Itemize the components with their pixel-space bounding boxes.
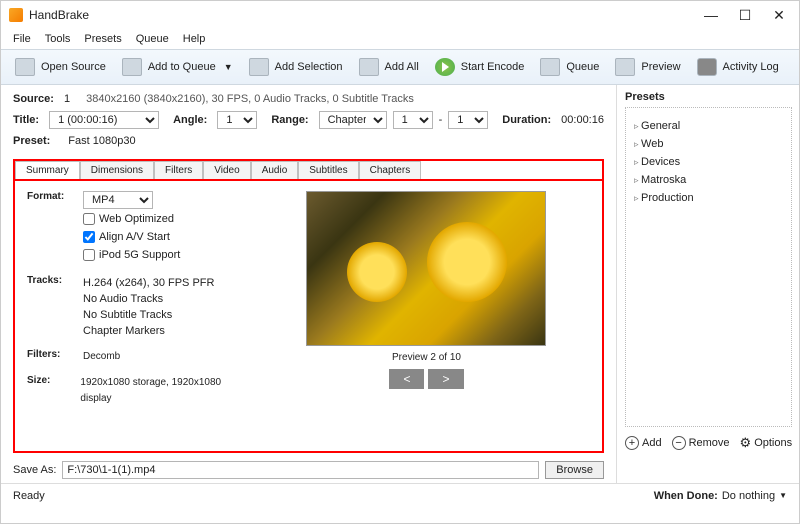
preview-next-button[interactable]: > bbox=[428, 369, 463, 389]
tab-audio[interactable]: Audio bbox=[251, 161, 299, 179]
preview-button[interactable]: Preview bbox=[609, 56, 686, 78]
preset-devices[interactable]: Devices bbox=[634, 156, 783, 168]
tracks-video: H.264 (x264), 30 FPS PFR bbox=[83, 275, 214, 291]
tab-video[interactable]: Video bbox=[203, 161, 250, 179]
preset-value: Fast 1080p30 bbox=[68, 135, 135, 147]
range-type-select[interactable]: Chapters bbox=[319, 111, 387, 129]
duration-label: Duration: bbox=[502, 114, 551, 126]
app-logo bbox=[9, 8, 23, 22]
size-value: 1920x1080 storage, 1920x1080 display bbox=[80, 375, 247, 407]
maximize-button[interactable]: ☐ bbox=[737, 7, 753, 24]
format-label: Format: bbox=[27, 191, 83, 265]
tab-filters[interactable]: Filters bbox=[154, 161, 203, 179]
presets-header: Presets bbox=[625, 91, 792, 103]
add-selection-button[interactable]: Add Selection bbox=[243, 56, 349, 78]
start-encode-button[interactable]: Start Encode bbox=[429, 56, 531, 78]
gear-icon: ⚙ bbox=[740, 435, 752, 451]
selection-icon bbox=[249, 58, 269, 76]
source-info: 3840x2160 (3840x2160), 30 FPS, 0 Audio T… bbox=[86, 93, 414, 105]
close-button[interactable]: ✕ bbox=[771, 7, 787, 24]
addall-icon bbox=[359, 58, 379, 76]
tracks-audio: No Audio Tracks bbox=[83, 291, 214, 307]
queue-button[interactable]: Queue bbox=[534, 56, 605, 78]
queue-add-icon bbox=[122, 58, 142, 76]
menu-presets[interactable]: Presets bbox=[84, 33, 121, 45]
angle-label: Angle: bbox=[173, 114, 207, 126]
menu-help[interactable]: Help bbox=[183, 33, 206, 45]
preview-counter: Preview 2 of 10 bbox=[392, 352, 461, 363]
when-done-label: When Done: bbox=[654, 490, 718, 502]
tab-body: Format: MP4 Web Optimized Align A/V Star… bbox=[13, 179, 604, 453]
add-preset-button[interactable]: +Add bbox=[625, 436, 662, 450]
duration-value: 00:00:16 bbox=[561, 114, 604, 126]
play-icon bbox=[435, 58, 455, 76]
range-to-select[interactable]: 1 bbox=[448, 111, 488, 129]
tracks-chapters: Chapter Markers bbox=[83, 323, 214, 339]
queue-icon bbox=[540, 58, 560, 76]
log-icon bbox=[697, 58, 717, 76]
open-source-button[interactable]: Open Source bbox=[9, 56, 112, 78]
when-done-value[interactable]: Do nothing bbox=[722, 490, 775, 502]
tab-summary[interactable]: Summary bbox=[15, 161, 80, 179]
filters-value: Decomb bbox=[83, 349, 120, 365]
browse-button[interactable]: Browse bbox=[545, 461, 604, 479]
preset-web[interactable]: Web bbox=[634, 138, 783, 150]
save-as-input[interactable] bbox=[62, 461, 539, 479]
ipod-checkbox[interactable] bbox=[83, 249, 95, 261]
preview-prev-button[interactable]: < bbox=[389, 369, 424, 389]
preset-label: Preset: bbox=[13, 135, 50, 147]
range-label: Range: bbox=[271, 114, 308, 126]
title-label: Title: bbox=[13, 114, 39, 126]
tracks-label: Tracks: bbox=[27, 275, 83, 339]
add-to-queue-button[interactable]: Add to Queue▼ bbox=[116, 56, 239, 78]
activity-log-button[interactable]: Activity Log bbox=[691, 56, 785, 78]
tab-dimensions[interactable]: Dimensions bbox=[80, 161, 154, 179]
chevron-down-icon: ▼ bbox=[224, 62, 233, 72]
web-optimized-checkbox[interactable] bbox=[83, 213, 95, 225]
tab-subtitles[interactable]: Subtitles bbox=[298, 161, 358, 179]
angle-select[interactable]: 1 bbox=[217, 111, 257, 129]
options-button[interactable]: ⚙Options bbox=[740, 435, 793, 451]
preview-image bbox=[306, 191, 546, 346]
minimize-button[interactable]: — bbox=[703, 7, 719, 24]
preview-icon bbox=[615, 58, 635, 76]
preset-matroska[interactable]: Matroska bbox=[634, 174, 783, 186]
remove-preset-button[interactable]: −Remove bbox=[672, 436, 730, 450]
tabs: Summary Dimensions Filters Video Audio S… bbox=[13, 159, 604, 179]
add-all-button[interactable]: Add All bbox=[353, 56, 425, 78]
range-from-select[interactable]: 1 bbox=[393, 111, 433, 129]
filters-label: Filters: bbox=[27, 349, 83, 365]
range-dash: - bbox=[439, 114, 443, 126]
plus-icon: + bbox=[625, 436, 639, 450]
source-label: Source: bbox=[13, 93, 54, 105]
status-text: Ready bbox=[13, 490, 45, 502]
tab-chapters[interactable]: Chapters bbox=[359, 161, 422, 179]
window-title: HandBrake bbox=[29, 8, 703, 22]
chevron-down-icon[interactable]: ▼ bbox=[779, 491, 787, 500]
size-label: Size: bbox=[27, 375, 80, 407]
menu-file[interactable]: File bbox=[13, 33, 31, 45]
menu-tools[interactable]: Tools bbox=[45, 33, 71, 45]
preset-general[interactable]: General bbox=[634, 120, 783, 132]
presets-list: General Web Devices Matroska Production bbox=[625, 107, 792, 427]
film-icon bbox=[15, 58, 35, 76]
format-select[interactable]: MP4 bbox=[83, 191, 153, 209]
align-av-checkbox[interactable] bbox=[83, 231, 95, 243]
menu-queue[interactable]: Queue bbox=[136, 33, 169, 45]
tracks-subtitle: No Subtitle Tracks bbox=[83, 307, 214, 323]
preset-production[interactable]: Production bbox=[634, 192, 783, 204]
title-select[interactable]: 1 (00:00:16) bbox=[49, 111, 159, 129]
minus-icon: − bbox=[672, 436, 686, 450]
source-index: 1 bbox=[64, 93, 70, 105]
save-as-label: Save As: bbox=[13, 464, 56, 476]
